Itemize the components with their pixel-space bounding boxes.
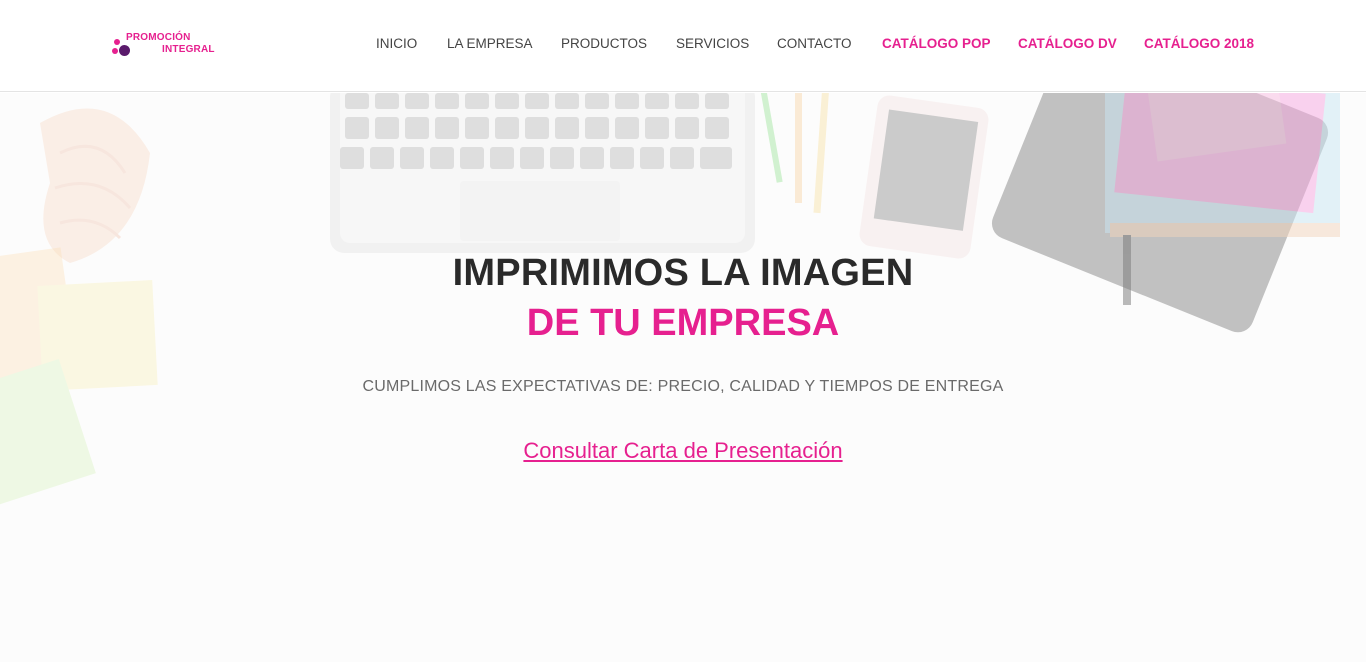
brand-name: PROMOCIÓN INTEGRAL	[126, 32, 215, 55]
nav-item-catalogo-2018[interactable]: CATÁLOGO 2018	[1144, 36, 1254, 51]
nav-item-contacto[interactable]: CONTACTO	[777, 36, 852, 51]
nav-item-inicio[interactable]: INICIO	[376, 36, 417, 51]
brand-line2: INTEGRAL	[162, 44, 215, 55]
nav-item-catalogo-pop[interactable]: CATÁLOGO POP	[882, 36, 991, 51]
hero-title-line1: IMPRIMIMOS LA IMAGEN	[452, 252, 914, 294]
hero-title-line2: DE TU EMPRESA	[526, 302, 840, 344]
nav-item-la-empresa[interactable]: LA EMPRESA	[447, 36, 533, 51]
hero-section: IMPRIMIMOS LA IMAGEN DE TU EMPRESA CUMPL…	[0, 93, 1366, 662]
nav-item-catalogo-dv[interactable]: CATÁLOGO DV	[1018, 36, 1117, 51]
nav-item-productos[interactable]: PRODUCTOS	[561, 36, 647, 51]
hero-subtitle: CUMPLIMOS LAS EXPECTATIVAS DE: PRECIO, C…	[362, 378, 1004, 395]
brand-line1: PROMOCIÓN	[126, 32, 191, 43]
site-header: PROMOCIÓN INTEGRAL INICIO LA EMPRESA PRO…	[0, 0, 1366, 92]
hero-link-wrapper: Consultar Carta de Presentación	[0, 438, 1366, 464]
nav-item-servicios[interactable]: SERVICIOS	[676, 36, 749, 51]
presentation-letter-link[interactable]: Consultar Carta de Presentación	[523, 438, 842, 463]
brand-logo[interactable]: PROMOCIÓN INTEGRAL	[112, 30, 242, 64]
